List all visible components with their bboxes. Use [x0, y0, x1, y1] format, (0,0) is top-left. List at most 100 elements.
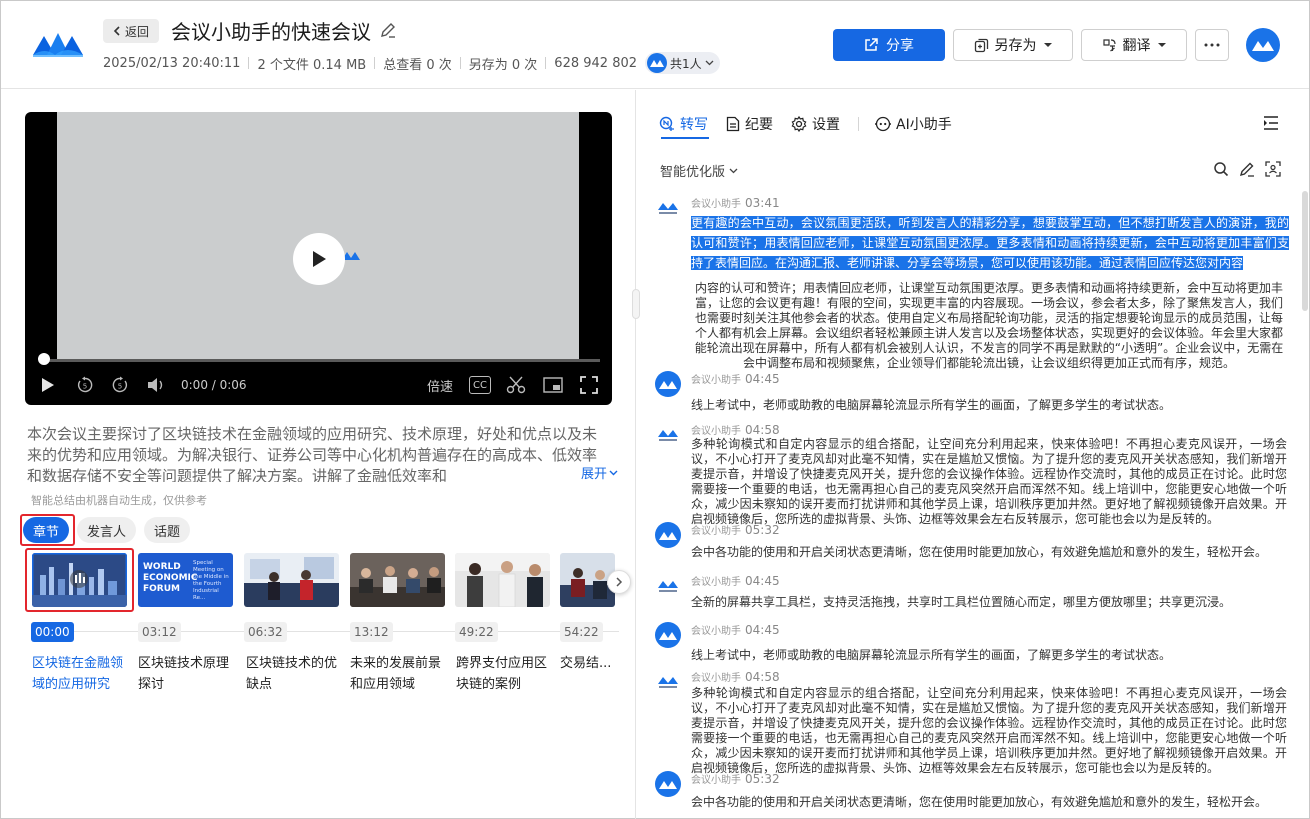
member-avatar [647, 53, 668, 73]
chapter-title-2[interactable]: 区块链技术原理探讨 [138, 653, 236, 695]
chapter-title-6[interactable]: 交易结... [560, 653, 616, 674]
transcript-entry: 会议小助手 04:45 全新的屏幕共享工具栏，支持灵活拖拽，共享时工具栏位置随心而… [649, 573, 1289, 619]
tab-ai-assistant[interactable]: AI小助手 [875, 114, 952, 134]
edit-icon[interactable] [1239, 161, 1255, 177]
speech-timestamp[interactable]: 04:45 [745, 623, 780, 637]
speech-text[interactable]: 线上考试中，老师或助教的电脑屏幕轮流显示所有学生的画面，了解更多学生的考试状态。 [691, 648, 1287, 663]
speaker-line: 会议小助手 05:32 [691, 771, 780, 786]
speech-timestamp[interactable]: 04:58 [745, 670, 780, 684]
speech-text[interactable]: 多种轮询模式和自定内容显示的组合搭配，让空间充分利用起来，快来体验吧！不再担心麦… [691, 686, 1287, 776]
speech-text[interactable]: 会中各功能的使用和开启关闭状态更清晰，您在使用时能更加放心，有效避免尴尬和意外的… [691, 545, 1287, 560]
scissors-icon [506, 376, 526, 394]
chapter-time-1[interactable]: 00:00 [31, 622, 74, 642]
summary-tabs: 章节 发言人 话题 [23, 517, 191, 543]
speech-text[interactable]: 线上考试中，老师或助教的电脑屏幕轮流显示所有学生的画面，了解更多学生的考试状态。 [691, 398, 1287, 413]
more-options-button[interactable] [1195, 29, 1229, 61]
speaker-avatar [655, 622, 681, 648]
clip-button[interactable] [505, 375, 527, 395]
picture-in-picture-button[interactable] [542, 375, 564, 395]
selected-text: 更有趣的会中互动，会议氛围更活跃，听到发言人的精彩分享，想要鼓掌互动，但不想打断… [691, 216, 1289, 270]
speech-text-highlighted[interactable]: 更有趣的会中互动，会议氛围更活跃，听到发言人的精彩分享，想要鼓掌互动，但不想打断… [691, 213, 1289, 273]
chapter-title-1[interactable]: 区块链在金融领域的应用研究 [32, 653, 130, 695]
video-progress-bar[interactable] [43, 359, 600, 362]
video-player[interactable]: 5 5 0:00 / 0:06 倍速 CC [25, 112, 612, 405]
tab-minutes[interactable]: 纪要 [726, 114, 773, 134]
video-progress-knob[interactable] [38, 353, 50, 365]
transcript-version-select[interactable]: 智能优化版 [660, 161, 738, 180]
back-button[interactable]: 返回 [103, 19, 159, 43]
speech-text[interactable]: 全新的屏幕共享工具栏，支持灵活拖拽，共享时工具栏位置随心而定，哪里方便放哪里；共… [691, 595, 1287, 610]
speech-text[interactable]: 多种轮询模式和自定内容显示的组合搭配，让空间充分利用起来，快来体验吧！不再担心麦… [691, 437, 1287, 527]
chapter-thumbnail-3[interactable] [244, 553, 339, 607]
chapter-thumbnail-5[interactable] [455, 553, 550, 607]
tab-label: 设置 [812, 117, 840, 133]
search-icon[interactable] [1213, 161, 1229, 177]
tab-chapters[interactable]: 章节 [23, 517, 70, 543]
speech-text[interactable]: 会中各功能的使用和开启关闭状态更清晰，您在使用时能更加放心，有效避免尴尬和意外的… [691, 795, 1287, 810]
scroll-chapters-next-button[interactable] [607, 570, 631, 594]
app-logo-icon [1252, 41, 1274, 51]
caret-down-icon [1043, 43, 1052, 47]
chapter-time-3[interactable]: 06:32 [244, 622, 287, 642]
chapter-thumbnail-2[interactable]: WORLD ECONOMIC FORUM Special Meeting on … [138, 553, 233, 607]
speaker-line: 会议小助手 04:45 [691, 371, 780, 386]
play-button[interactable] [293, 233, 345, 285]
shared-members-button[interactable]: 共1人 [645, 52, 720, 74]
chapter-time-5[interactable]: 49:22 [455, 622, 498, 642]
panel-resize-handle[interactable] [632, 289, 640, 319]
thumbnail-subtitle: Special Meeting on the Middle in the Fou… [193, 560, 229, 601]
speaker-avatar [655, 422, 681, 448]
speech-timestamp[interactable]: 03:41 [745, 196, 780, 210]
speech-text[interactable]: 内容的认可和赞许；用表情回应老师，让课堂互动氛围更浓厚。更多表情和动画将持续更新… [691, 281, 1287, 371]
subtitles-button[interactable]: CC [469, 376, 491, 394]
share-button[interactable]: 分享 [833, 29, 945, 61]
shared-count: 共1人 [670, 56, 702, 71]
tab-label: AI小助手 [896, 117, 952, 133]
tab-settings[interactable]: 设置 [791, 114, 840, 134]
chapter-time-2[interactable]: 03:12 [138, 622, 181, 642]
chapter-time-6[interactable]: 54:22 [560, 622, 603, 642]
svg-text:5: 5 [83, 383, 87, 391]
speech-timestamp[interactable]: 05:32 [745, 523, 780, 537]
forward-5s-button[interactable]: 5 [110, 375, 130, 395]
panel-divider [635, 90, 636, 819]
active-tab-indicator [661, 137, 709, 139]
tab-label: 转写 [680, 117, 708, 133]
version-label: 智能优化版 [660, 165, 726, 180]
collapse-panel-icon[interactable] [1261, 114, 1281, 132]
more-dots-icon [1204, 43, 1220, 47]
speech-timestamp[interactable]: 05:32 [745, 772, 780, 786]
transcript-icon [659, 116, 674, 131]
forward-icon: 5 [112, 376, 128, 393]
saveas-count: 另存为 0 次 [468, 57, 538, 73]
play-small-button[interactable] [39, 375, 57, 395]
translate-button[interactable]: 翻译 [1081, 29, 1187, 61]
expand-summary-button[interactable]: 展开 [575, 463, 619, 482]
chapter-thumbnail-4[interactable] [350, 553, 445, 607]
tab-transcript[interactable]: 转写 [659, 114, 708, 134]
scan-icon[interactable] [1265, 161, 1281, 177]
saveas-button[interactable]: 另存为 [953, 29, 1073, 61]
chapter-thumbnail-1[interactable] [32, 553, 127, 607]
user-avatar[interactable] [1246, 28, 1280, 62]
chapter-title-4[interactable]: 未来的发展前景和应用领域 [350, 653, 448, 695]
playback-speed-button[interactable]: 倍速 [427, 375, 453, 395]
chapter-time-4[interactable]: 13:12 [350, 622, 393, 642]
expand-label: 展开 [581, 467, 608, 482]
speech-timestamp[interactable]: 04:58 [745, 423, 780, 437]
speech-timestamp[interactable]: 04:45 [745, 574, 780, 588]
tab-topics[interactable]: 话题 [144, 517, 191, 543]
speaker-avatar [655, 573, 681, 599]
tab-speakers[interactable]: 发言人 [77, 517, 137, 543]
transcript-tools [1213, 161, 1281, 177]
organization-logo-icon [658, 203, 678, 214]
transcript-entry: 会议小助手 03:41 更有趣的会中互动，会议氛围更活跃，听到发言人的精彩分享，想… [649, 195, 1289, 370]
transcript-scrollbar[interactable] [1302, 191, 1308, 311]
chapter-title-5[interactable]: 跨界支付应用区块链的案例 [456, 653, 554, 695]
edit-title-icon[interactable] [379, 21, 397, 39]
volume-button[interactable] [146, 375, 166, 395]
speech-timestamp[interactable]: 04:45 [745, 372, 780, 386]
chapter-title-3[interactable]: 区块链技术的优缺点 [246, 653, 344, 695]
fullscreen-button[interactable] [578, 375, 600, 395]
rewind-5s-button[interactable]: 5 [75, 375, 95, 395]
